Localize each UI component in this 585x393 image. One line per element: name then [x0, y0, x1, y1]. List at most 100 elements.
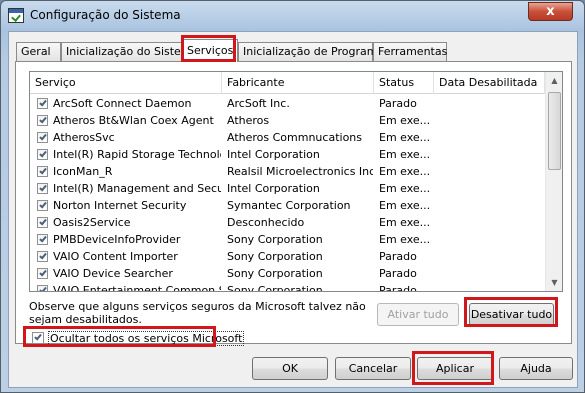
- service-row[interactable]: Intel(R) Management and Securi... Intel C…: [30, 180, 545, 197]
- service-date: [439, 265, 544, 282]
- service-status: Parado: [379, 284, 417, 292]
- service-name: VAIO Device Searcher: [53, 267, 173, 280]
- service-status: Em exe...: [379, 233, 431, 246]
- service-status: Parado: [379, 250, 417, 263]
- service-name: ArcSoft Connect Daemon: [53, 97, 192, 110]
- service-maker: Atheros Commnucations: [227, 131, 362, 144]
- msconfig-icon: [8, 8, 24, 23]
- service-date: [439, 231, 544, 248]
- service-name: VAIO Content Importer: [53, 250, 178, 263]
- disable-all-button[interactable]: Desativar tudo: [469, 303, 554, 326]
- service-date: [439, 282, 544, 291]
- service-name: Atheros Bt&Wlan Coex Agent: [53, 114, 214, 127]
- system-config-window: Configuração do Sistema x Geral Iniciali…: [0, 0, 585, 393]
- service-status: Em exe...: [379, 131, 431, 144]
- service-date: [439, 248, 544, 265]
- col-service-header[interactable]: Serviço: [30, 72, 222, 94]
- service-status: Parado: [379, 97, 417, 110]
- scroll-thumb[interactable]: [548, 92, 561, 170]
- close-button[interactable]: x: [528, 2, 573, 21]
- ok-button[interactable]: OK: [252, 357, 328, 380]
- service-checkbox[interactable]: [37, 132, 48, 143]
- apply-button[interactable]: Aplicar: [417, 357, 493, 380]
- dialog-client: Geral Inicialização do Sistema Serviços …: [8, 31, 578, 388]
- service-row[interactable]: PMBDeviceInfoProvider Sony Corporation Em …: [30, 231, 545, 248]
- service-date: [439, 197, 544, 214]
- service-row[interactable]: Intel(R) Rapid Storage Technology Intel C…: [30, 146, 545, 163]
- service-status: Em exe...: [379, 216, 431, 229]
- service-status: Em exe...: [379, 148, 431, 161]
- service-date: [439, 112, 544, 129]
- tab-services[interactable]: Serviços: [182, 39, 238, 62]
- service-name: Intel(R) Management and Securi...: [53, 182, 221, 195]
- service-row[interactable]: VAIO Content Importer Sony Corporation Par…: [30, 248, 545, 265]
- service-row[interactable]: Norton Internet Security Symantec Corpora…: [30, 197, 545, 214]
- service-row[interactable]: VAIO Entertainment Common Se... Sony Corp…: [30, 282, 545, 292]
- service-maker: Intel Corporation: [227, 148, 320, 161]
- hide-microsoft-checkbox[interactable]: [32, 332, 44, 344]
- service-status: Em exe...: [379, 165, 431, 178]
- service-maker: Atheros: [227, 114, 270, 127]
- service-checkbox[interactable]: [37, 183, 48, 194]
- service-row[interactable]: AtherosSvc Atheros Commnucations Em exe...: [30, 129, 545, 146]
- service-name: IconMan_R: [53, 165, 113, 178]
- service-row[interactable]: Oasis2Service Desconhecido Em exe...: [30, 214, 545, 231]
- service-checkbox[interactable]: [37, 217, 48, 228]
- col-date-header[interactable]: Data Desabilitada: [434, 72, 545, 94]
- service-row[interactable]: VAIO Device Searcher Sony Corporation Para…: [30, 265, 545, 282]
- service-status: Parado: [379, 267, 417, 280]
- help-button[interactable]: Ajuda: [499, 357, 573, 380]
- service-date: [439, 95, 544, 112]
- service-checkbox[interactable]: [37, 200, 48, 211]
- service-checkbox[interactable]: [37, 98, 48, 109]
- service-date: [439, 214, 544, 231]
- tab-boot[interactable]: Inicialização do Sistema: [61, 42, 198, 61]
- service-checkbox[interactable]: [37, 285, 48, 291]
- service-row[interactable]: ArcSoft Connect Daemon ArcSoft Inc. Parado: [30, 95, 545, 112]
- service-maker: ArcSoft Inc.: [227, 97, 290, 110]
- service-name: Intel(R) Rapid Storage Technology: [53, 148, 221, 161]
- service-checkbox[interactable]: [37, 268, 48, 279]
- service-status: Em exe...: [379, 182, 431, 195]
- microsoft-services-note: Observe que alguns serviços seguros da M…: [29, 300, 366, 326]
- tab-general[interactable]: Geral: [16, 42, 61, 61]
- tab-startup[interactable]: Inicialização de Programas: [238, 42, 390, 61]
- service-name: Oasis2Service: [53, 216, 131, 229]
- service-maker: Intel Corporation: [227, 182, 320, 195]
- hide-microsoft-label[interactable]: Ocultar todos os serviços Microsoft: [48, 331, 245, 346]
- col-maker-header[interactable]: Fabricante: [222, 72, 374, 94]
- scroll-down-icon[interactable]: ▼: [546, 274, 562, 291]
- service-status: Em exe...: [379, 199, 431, 212]
- service-checkbox[interactable]: [37, 251, 48, 262]
- service-row[interactable]: Atheros Bt&Wlan Coex Agent Atheros Em exe.…: [30, 112, 545, 129]
- service-checkbox[interactable]: [37, 115, 48, 126]
- service-checkbox[interactable]: [37, 149, 48, 160]
- service-status: Em exe...: [379, 114, 431, 127]
- service-maker: Sony Corporation: [227, 284, 323, 292]
- col-status-header[interactable]: Status: [374, 72, 434, 94]
- service-row[interactable]: IconMan_R Realsil Microelectronics Inc. Em…: [30, 163, 545, 180]
- tab-tools[interactable]: Ferramentas: [373, 42, 447, 61]
- service-maker: Realsil Microelectronics Inc.: [227, 165, 373, 178]
- service-name: VAIO Entertainment Common Se...: [53, 284, 221, 292]
- service-maker: Symantec Corporation: [227, 199, 351, 212]
- service-name: PMBDeviceInfoProvider: [53, 233, 181, 246]
- service-checkbox[interactable]: [37, 166, 48, 177]
- service-date: [439, 129, 544, 146]
- services-list[interactable]: Serviço Fabricante Status Data Desabilit…: [29, 71, 563, 292]
- service-date: [439, 146, 544, 163]
- enable-all-button[interactable]: Ativar tudo: [377, 303, 459, 326]
- service-name: AtherosSvc: [53, 131, 115, 144]
- vertical-scrollbar[interactable]: ▲ ▼: [545, 72, 562, 291]
- service-checkbox[interactable]: [37, 234, 48, 245]
- window-title: Configuração do Sistema: [30, 8, 181, 22]
- service-maker: Sony Corporation: [227, 250, 323, 263]
- service-maker: Sony Corporation: [227, 267, 323, 280]
- cancel-button[interactable]: Cancelar: [335, 357, 411, 380]
- scroll-up-icon[interactable]: ▲: [546, 72, 562, 89]
- service-maker: Desconhecido: [227, 216, 305, 229]
- service-date: [439, 163, 544, 180]
- service-date: [439, 180, 544, 197]
- title-bar[interactable]: Configuração do Sistema x: [1, 1, 584, 31]
- list-header: Serviço Fabricante Status Data Desabilit…: [30, 72, 545, 94]
